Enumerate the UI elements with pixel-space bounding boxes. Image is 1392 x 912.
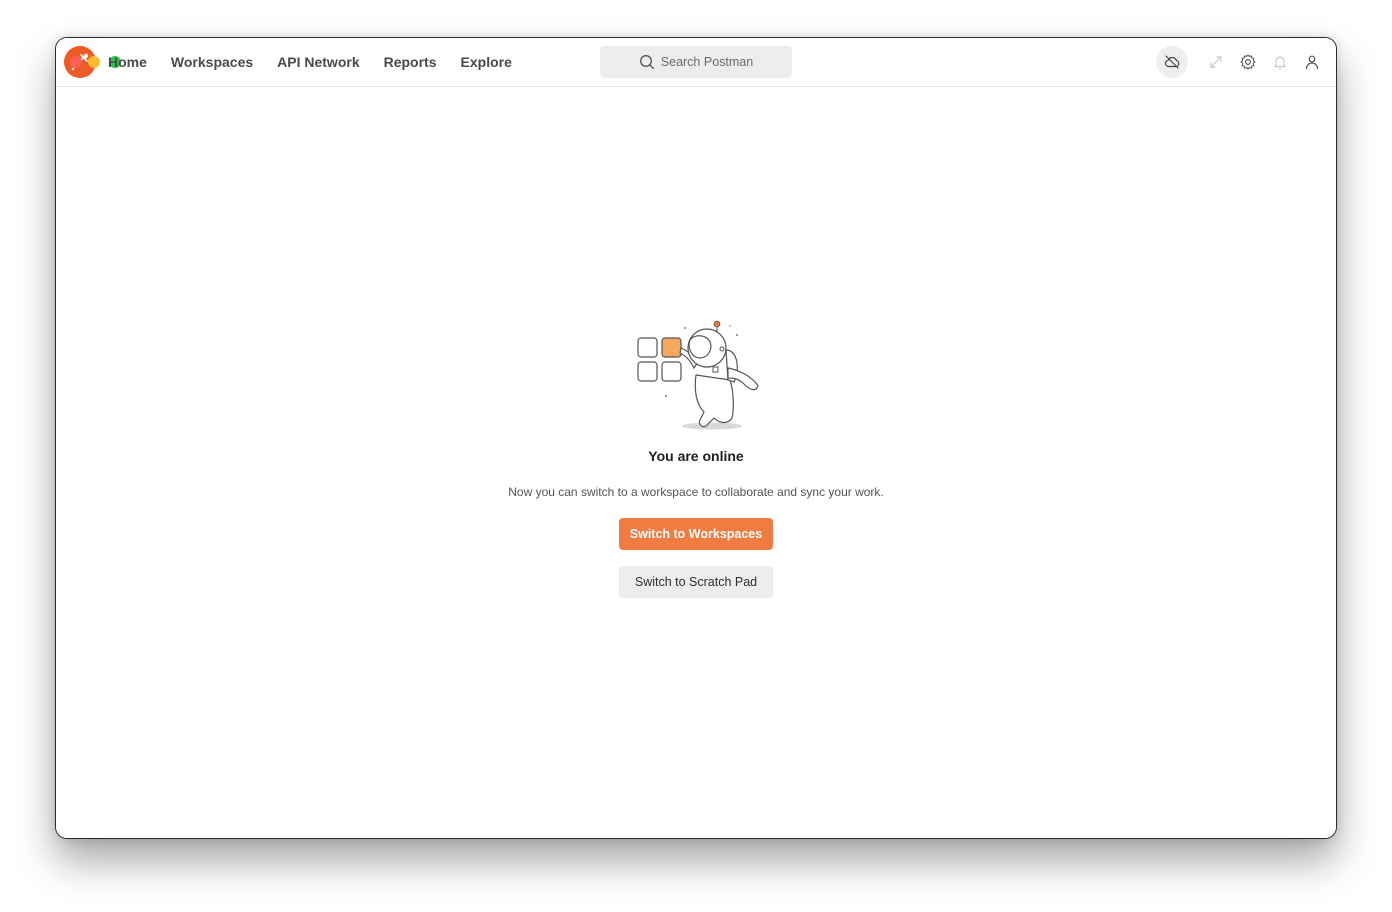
search-icon [639,54,655,70]
cloud-off-icon[interactable] [1156,46,1188,78]
search-input[interactable]: Search Postman [600,46,792,78]
switch-to-scratch-pad-button[interactable]: Switch to Scratch Pad [619,566,773,598]
capture-requests-icon[interactable] [1200,46,1232,78]
nav-item-reports[interactable]: Reports [384,54,437,70]
status-description: Now you can switch to a workspace to col… [508,485,884,499]
top-bar: Home Workspaces API Network Reports Expl… [56,38,1336,87]
app-window: Home Workspaces API Network Reports Expl… [55,37,1337,839]
nav-item-api-network[interactable]: API Network [277,54,359,70]
search-placeholder: Search Postman [660,55,754,69]
user-icon[interactable] [1296,46,1328,78]
main-nav: Home Workspaces API Network Reports Expl… [108,38,536,86]
window-close-button[interactable] [70,56,82,68]
main-content: You are online Now you can switch to a w… [56,87,1336,838]
window-minimize-button[interactable] [88,56,100,68]
status-title: You are online [648,448,744,464]
astronaut-illustration [634,320,762,432]
switch-to-workspaces-button[interactable]: Switch to Workspaces [619,518,773,550]
gear-icon[interactable] [1232,46,1264,78]
nav-item-workspaces[interactable]: Workspaces [171,54,253,70]
nav-item-home[interactable]: Home [108,54,147,70]
bell-icon[interactable] [1264,46,1296,78]
nav-item-explore[interactable]: Explore [461,54,512,70]
desktop: Home Workspaces API Network Reports Expl… [0,0,1392,912]
